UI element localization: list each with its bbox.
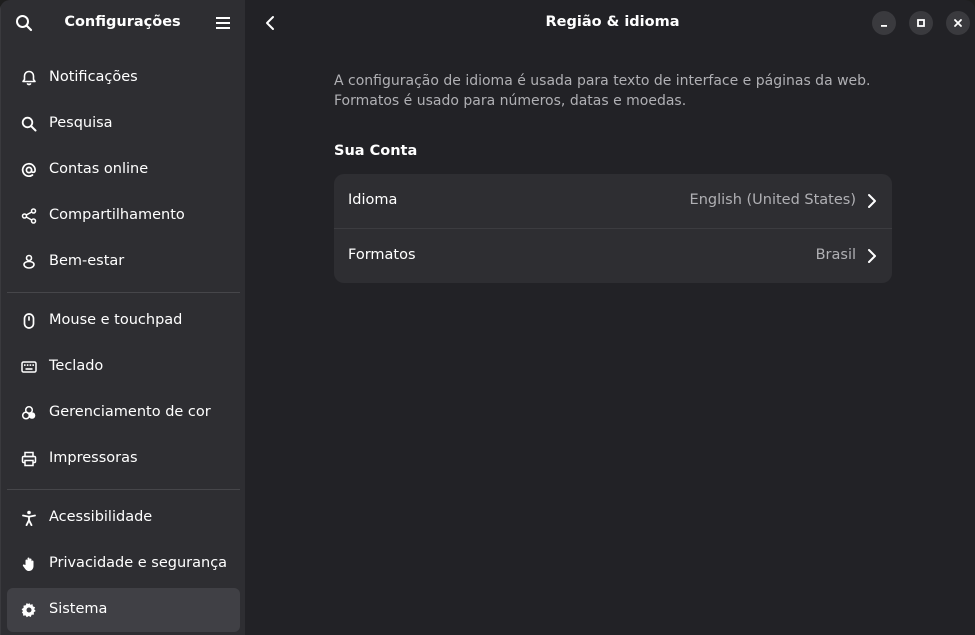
sidebar-item-label: Contas online xyxy=(49,161,149,177)
sidebar-item-label: Sistema xyxy=(49,601,108,617)
share-icon xyxy=(19,206,39,226)
section-title: Sua Conta xyxy=(334,143,418,159)
sidebar-divider xyxy=(7,292,240,293)
sidebar-item-label: Bem-estar xyxy=(49,253,125,269)
sidebar-item-sistema[interactable]: Sistema xyxy=(7,588,240,632)
close-icon xyxy=(954,19,962,27)
sidebar-item-bem-estar[interactable]: Bem-estar xyxy=(7,240,240,284)
chevron-right-icon xyxy=(868,249,876,263)
printer-icon xyxy=(19,449,39,469)
sidebar-item-label: Mouse e touchpad xyxy=(49,312,183,328)
description-line: A configuração de idioma é usada para te… xyxy=(334,73,871,89)
sidebar-item-notificacoes[interactable]: Notificações xyxy=(7,56,240,100)
sidebar-item-compartilhamento[interactable]: Compartilhamento xyxy=(7,194,240,238)
formats-row[interactable]: Formatos Brasil xyxy=(334,229,892,283)
page-description: A configuração de idioma é usada para te… xyxy=(334,71,894,111)
sidebar-item-label: Impressoras xyxy=(49,450,138,466)
sidebar-item-label: Pesquisa xyxy=(49,115,113,131)
sidebar-item-privacidade-seguranca[interactable]: Privacidade e segurança xyxy=(7,542,240,586)
row-value: Brasil xyxy=(815,247,856,263)
maximize-icon xyxy=(917,19,925,27)
sidebar-item-pesquisa[interactable]: Pesquisa xyxy=(7,102,240,146)
maximize-button[interactable] xyxy=(909,11,933,35)
sidebar-item-label: Privacidade e segurança xyxy=(49,555,228,571)
sidebar-header: Configurações xyxy=(0,0,245,46)
sidebar-item-contas-online[interactable]: Contas online xyxy=(7,148,240,192)
search-icon xyxy=(19,114,39,134)
sidebar-item-label: Notificações xyxy=(49,69,138,85)
sidebar-item-acessibilidade[interactable]: Acessibilidade xyxy=(7,496,240,540)
window-edge xyxy=(0,0,1,635)
sidebar-item-mouse-touchpad[interactable]: Mouse e touchpad xyxy=(7,299,240,343)
sidebar-item-impressoras[interactable]: Impressoras xyxy=(7,437,240,481)
description-line: Formatos é usado para números, datas e m… xyxy=(334,93,687,109)
main-content: Região & idioma A configuração de idioma… xyxy=(245,0,975,635)
hamburger-menu-icon xyxy=(216,17,230,29)
sidebar-item-label: Compartilhamento xyxy=(49,207,185,223)
sidebar-item-teclado[interactable]: Teclado xyxy=(7,345,240,389)
color-management-icon xyxy=(19,403,39,423)
sidebar-item-label: Gerenciamento de cor xyxy=(49,404,211,420)
account-settings-list: Idioma English (United States) Formatos … xyxy=(334,174,892,283)
gear-icon xyxy=(19,600,39,620)
sidebar-item-label: Teclado xyxy=(49,358,104,374)
mouse-icon xyxy=(19,311,39,331)
minimize-icon xyxy=(881,25,887,27)
close-button[interactable] xyxy=(946,11,970,35)
minimize-button[interactable] xyxy=(872,11,896,35)
page-title: Região & idioma xyxy=(545,14,680,30)
accessibility-icon xyxy=(19,508,39,528)
sidebar: Configurações Notificações Pesquisa Cont… xyxy=(0,0,245,635)
row-value: English (United States) xyxy=(689,192,856,208)
hand-icon xyxy=(19,554,39,574)
keyboard-icon xyxy=(19,357,39,377)
row-label: Formatos xyxy=(348,247,416,263)
sidebar-item-label: Acessibilidade xyxy=(49,509,153,525)
settings-window: Configurações Notificações Pesquisa Cont… xyxy=(0,0,975,635)
row-label: Idioma xyxy=(348,192,398,208)
sidebar-item-gerenciamento-cor[interactable]: Gerenciamento de cor xyxy=(7,391,240,435)
main-menu-button[interactable] xyxy=(206,6,240,40)
wellbeing-icon xyxy=(19,252,39,272)
chevron-right-icon xyxy=(868,194,876,208)
bell-icon xyxy=(19,68,39,88)
at-sign-icon xyxy=(19,160,39,180)
language-row[interactable]: Idioma English (United States) xyxy=(334,174,892,228)
sidebar-divider xyxy=(7,489,240,490)
